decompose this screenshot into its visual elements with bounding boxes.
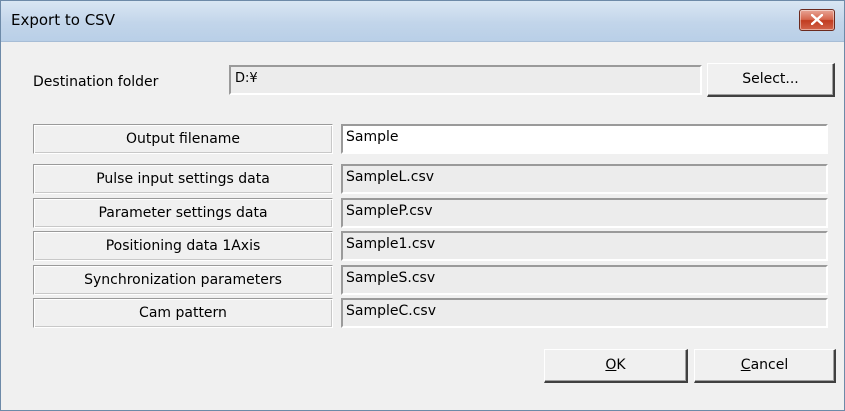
positioning-data-filename: Sample1.csv — [341, 231, 828, 261]
output-filename-input[interactable]: Sample — [341, 124, 828, 154]
synchronization-parameters-label: Synchronization parameters — [33, 265, 333, 295]
pulse-input-settings-label: Pulse input settings data — [33, 164, 333, 194]
ok-label-rest: K — [616, 357, 626, 373]
close-x-icon — [811, 14, 823, 25]
pulse-input-settings-filename: SampleL.csv — [341, 164, 828, 194]
cancel-label-rest: ancel — [750, 357, 789, 373]
cancel-mnemonic: C — [740, 357, 751, 373]
positioning-data-label: Positioning data 1Axis — [33, 231, 333, 261]
export-csv-dialog: Export to CSV Destination folder D:¥ Sel… — [0, 0, 845, 411]
parameter-settings-filename: SampleP.csv — [341, 198, 828, 228]
close-button[interactable] — [799, 9, 835, 31]
dialog-body: Destination folder D:¥ Select... Output … — [9, 42, 836, 410]
parameter-settings-label: Parameter settings data — [33, 198, 333, 228]
output-filename-label: Output filename — [33, 124, 333, 154]
title-bar[interactable]: Export to CSV — [1, 1, 844, 42]
destination-folder-label: Destination folder — [33, 74, 159, 90]
cam-pattern-label: Cam pattern — [33, 298, 333, 328]
select-folder-button[interactable]: Select... — [707, 63, 835, 97]
destination-folder-field: D:¥ — [229, 65, 702, 95]
window-title: Export to CSV — [11, 11, 115, 29]
cam-pattern-filename: SampleC.csv — [341, 298, 828, 328]
cancel-button[interactable]: Cancel — [694, 349, 836, 383]
ok-button[interactable]: OK — [544, 349, 688, 383]
ok-mnemonic: O — [605, 357, 617, 373]
synchronization-parameters-filename: SampleS.csv — [341, 265, 828, 295]
